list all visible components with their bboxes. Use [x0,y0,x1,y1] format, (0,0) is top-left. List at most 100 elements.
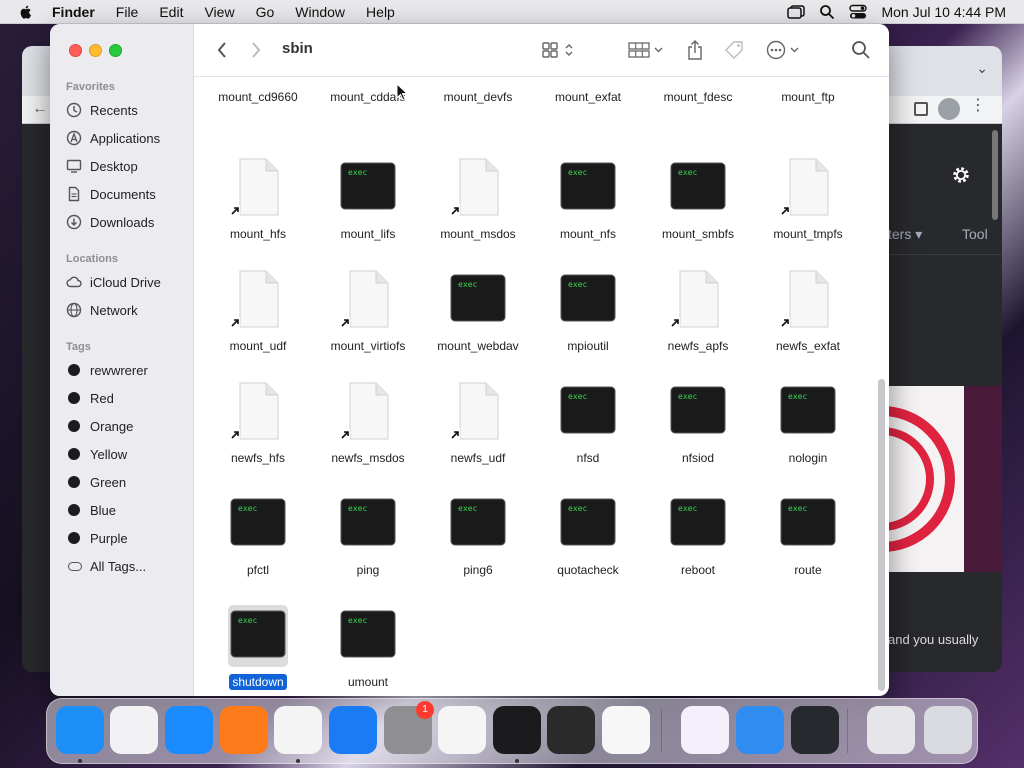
file-item[interactable]: newfs_msdos [313,381,423,487]
sidebar-tag-item[interactable]: Green [66,470,190,494]
file-item[interactable]: newfs_hfs [203,381,313,487]
file-item[interactable]: exec ping6 [423,493,533,599]
menu-view[interactable]: View [204,4,234,20]
file-item[interactable]: mount_msdos [423,157,533,263]
control-center-icon[interactable] [849,4,868,20]
file-name-text: newfs_udf [450,451,506,465]
menu-go[interactable]: Go [256,4,275,20]
weather-icon[interactable] [736,706,784,754]
file-item[interactable]: exec nologin [753,381,863,487]
sidebar-item-documents[interactable]: Documents [66,182,190,206]
sidebar-item-label: Blue [90,502,117,518]
file-item[interactable]: exec quotacheck [533,493,643,599]
sidebar-tag-item[interactable]: Blue [66,498,190,522]
sidebar-item-desktop[interactable]: Desktop [66,154,190,178]
tag-icon[interactable] [724,40,746,60]
filters-menu[interactable]: ters ▾ [888,226,922,243]
browser-scrollbar[interactable] [992,130,998,220]
sidebar-tag-item[interactable]: rewwrerer [66,358,190,382]
terminal-icon[interactable] [493,706,541,754]
profile-avatar[interactable] [938,98,960,120]
icon-view-icon[interactable] [542,40,578,60]
file-name: newfs_msdos [313,451,423,465]
textedit-icon[interactable] [438,706,486,754]
screenshot-window-icon[interactable] [867,706,915,754]
more-actions-icon[interactable] [766,40,802,60]
sidebar-item-icloud-drive[interactable]: iCloud Drive [66,270,190,294]
menu-finder[interactable]: Finder [52,4,95,20]
side-panel-icon[interactable] [914,102,928,116]
minimize-window-button[interactable] [89,44,102,57]
garageband-icon[interactable] [547,706,595,754]
file-item[interactable]: mount_tmpfs [753,157,863,263]
tools-menu[interactable]: Tool [962,226,988,242]
content-scrollbar[interactable] [878,379,885,691]
file-item[interactable]: newfs_udf [423,381,533,487]
chrome-icon[interactable] [274,706,322,754]
vscode-icon[interactable] [602,706,650,754]
file-item[interactable]: exec ping [313,493,423,599]
sidebar-item-applications[interactable]: Applications [66,126,190,150]
activity-monitor-icon[interactable] [791,706,839,754]
svg-text:exec: exec [568,168,587,177]
file-item[interactable]: exec mpioutil [533,269,643,375]
file-name-text: mpioutil [567,339,609,353]
stage-manager-icon[interactable] [787,4,806,19]
file-item[interactable]: mount_hfs [203,157,313,263]
file-item[interactable]: mount_virtiofs [313,269,423,375]
sidebar-item-downloads[interactable]: Downloads [66,210,190,234]
file-item[interactable]: exec shutdown [203,605,313,696]
file-item[interactable]: exec pfctl [203,493,313,599]
menu-help[interactable]: Help [366,4,395,20]
file-item[interactable]: exec route [753,493,863,599]
app-store-icon[interactable] [329,706,377,754]
sidebar-tag-item[interactable]: Red [66,386,190,410]
sidebar-item-network[interactable]: Network [66,298,190,322]
share-icon[interactable] [686,40,704,60]
menu-file[interactable]: File [116,4,139,20]
menubar-clock[interactable]: Mon Jul 10 4:44 PM [881,4,1006,20]
applications-icon [66,130,82,146]
file-item[interactable]: mount_udf [203,269,313,375]
file-item[interactable]: exec umount [313,605,423,696]
sidebar-tag-item[interactable]: Orange [66,414,190,438]
file-item[interactable]: newfs_apfs [643,269,753,375]
file-item[interactable]: exec reboot [643,493,753,599]
sidebar-item-label: Desktop [90,158,138,174]
close-window-button[interactable] [69,44,82,57]
apple-menu-icon[interactable] [18,4,34,20]
finder-icon[interactable] [56,706,104,754]
sidebar-tag-item[interactable]: Yellow [66,442,190,466]
menu-edit[interactable]: Edit [159,4,183,20]
file-item[interactable]: exec mount_lifs [313,157,423,263]
firefox-icon[interactable] [220,706,268,754]
sidebar-item-label: Downloads [90,214,155,230]
file-name: mount_devfs [423,90,533,104]
sidebar-item-recents[interactable]: Recents [66,98,190,122]
file-item[interactable]: exec mount_nfs [533,157,643,263]
zoom-window-button[interactable] [109,44,122,57]
sidebar-tag-item[interactable]: All Tags... [66,554,190,578]
spotlight-search-icon[interactable] [819,4,835,20]
file-item[interactable]: exec nfsiod [643,381,753,487]
visual-studio-icon[interactable] [681,706,729,754]
launchpad-icon[interactable] [110,706,158,754]
menu-window[interactable]: Window [295,4,345,20]
group-by-icon[interactable] [628,40,666,60]
browser-menu-icon[interactable]: ⋮ [970,98,986,114]
file-item[interactable]: exec mount_webdav [423,269,533,375]
browser-back-icon[interactable]: ← [32,100,48,118]
file-name-text: nologin [788,451,828,465]
file-item[interactable]: exec mount_smbfs [643,157,753,263]
file-item[interactable]: newfs_exfat [753,269,863,375]
dock-separator [661,709,662,753]
back-chevron-icon[interactable] [216,40,228,60]
search-icon[interactable] [851,40,871,60]
tab-search-chevron-icon[interactable]: ⌄ [976,60,988,77]
sidebar-tag-item[interactable]: Purple [66,526,190,550]
forward-chevron-icon[interactable] [250,40,262,60]
gear-icon[interactable] [950,164,972,186]
safari-icon[interactable] [165,706,213,754]
trash-icon[interactable] [924,706,972,754]
file-item[interactable]: exec nfsd [533,381,643,487]
